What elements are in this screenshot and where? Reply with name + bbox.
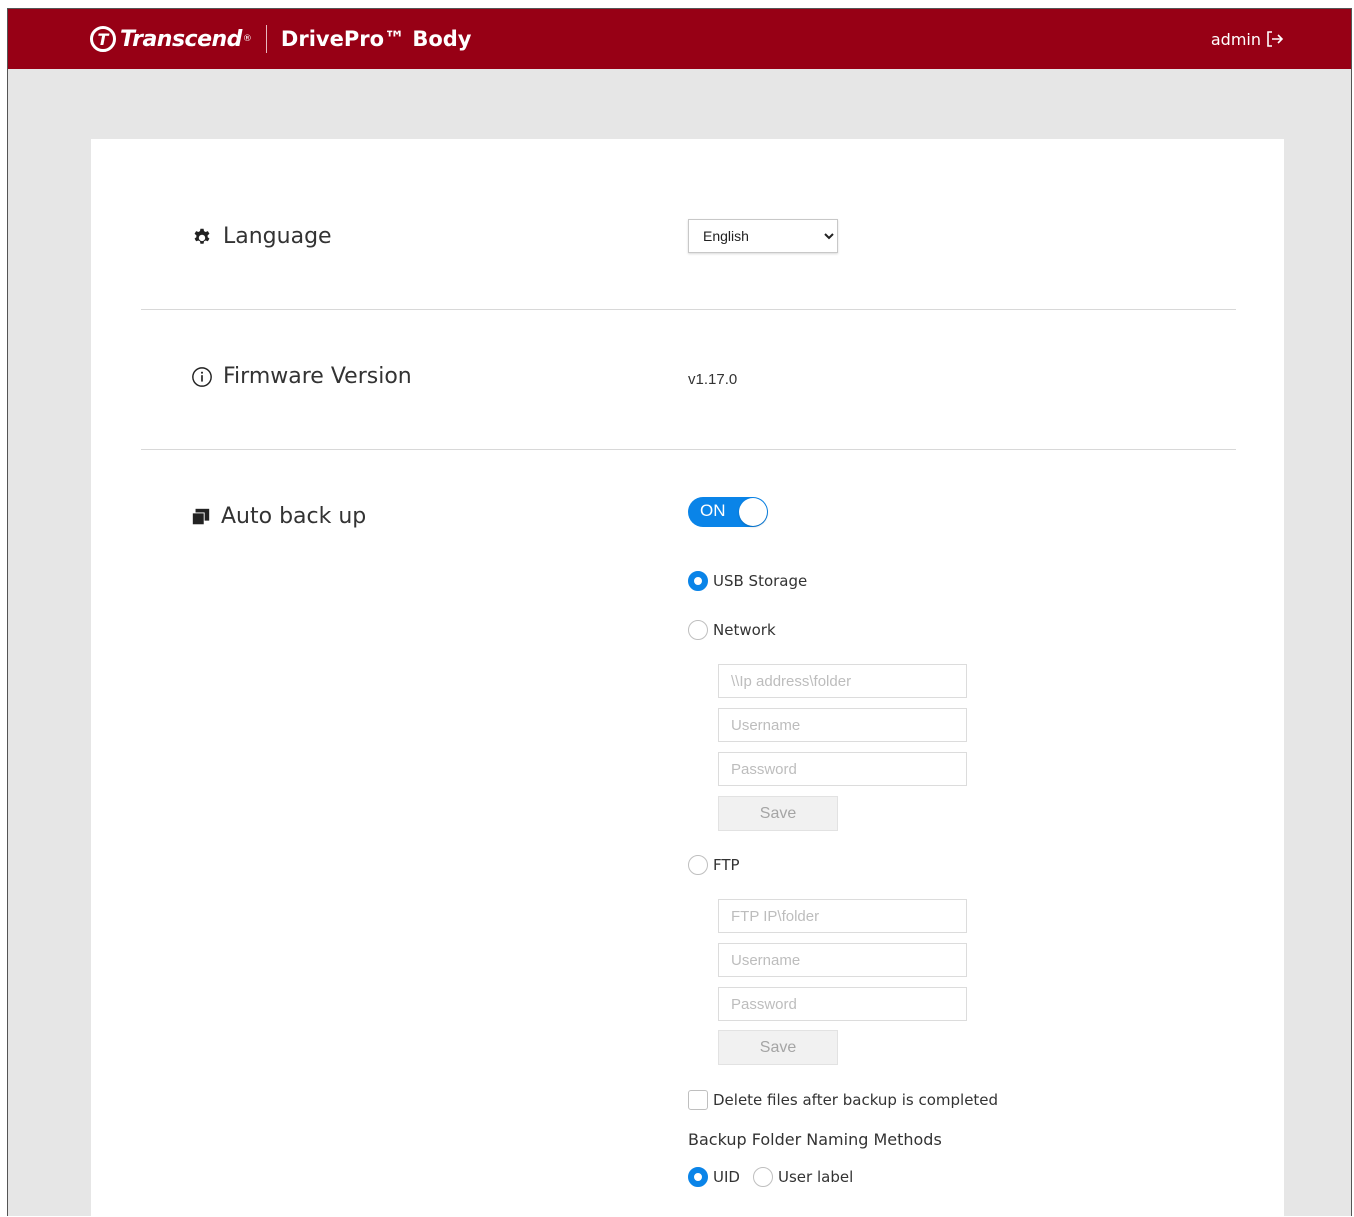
brand-mark-icon: T — [90, 26, 116, 52]
toggle-state-label: ON — [700, 501, 726, 520]
firmware-label-text: Firmware Version — [223, 364, 412, 389]
naming-user-label-text: User label — [778, 1168, 854, 1186]
usb-storage-label: USB Storage — [713, 572, 808, 590]
header-separator — [265, 25, 267, 53]
ftp-address-input[interactable] — [718, 899, 967, 933]
top-bar: T Transcend ® DrivePro™ Body admin — [8, 9, 1351, 69]
network-address-input[interactable] — [718, 664, 967, 698]
network-option[interactable]: Network — [688, 620, 776, 640]
gear-icon — [194, 228, 210, 244]
user-name: admin — [1210, 29, 1261, 49]
ftp-radio[interactable] — [688, 855, 708, 875]
language-select[interactable]: English — [688, 219, 838, 253]
user-menu[interactable]: admin — [1211, 29, 1285, 49]
divider — [141, 449, 1236, 450]
app-frame: T Transcend ® DrivePro™ Body admin Langu… — [7, 8, 1352, 1217]
naming-methods-title: Backup Folder Naming Methods — [688, 1130, 942, 1149]
brand-name: Transcend — [120, 26, 242, 52]
network-password-input[interactable] — [718, 752, 967, 786]
firmware-version-value: v1.17.0 — [688, 371, 738, 388]
delete-after-backup-checkbox[interactable] — [688, 1090, 708, 1110]
naming-user-label-radio[interactable] — [753, 1167, 773, 1187]
auto-backup-label-text: Auto back up — [221, 504, 367, 529]
delete-after-backup-label: Delete files after backup is completed — [713, 1091, 999, 1109]
usb-storage-option[interactable]: USB Storage — [688, 571, 807, 591]
network-username-input[interactable] — [718, 708, 967, 742]
network-save-button[interactable]: Save — [718, 796, 838, 831]
naming-uid-radio[interactable] — [688, 1167, 708, 1187]
usb-storage-radio[interactable] — [688, 571, 708, 591]
ftp-save-button[interactable]: Save — [718, 1030, 838, 1065]
firmware-label: Firmware Version — [191, 364, 412, 389]
ftp-label: FTP — [713, 856, 740, 874]
naming-uid-label: UID — [713, 1168, 740, 1186]
settings-panel: Language English Firmware Version v1.17.… — [91, 139, 1284, 1217]
ftp-option[interactable]: FTP — [688, 855, 740, 875]
registered-mark: ® — [242, 34, 252, 44]
ftp-username-input[interactable] — [718, 943, 967, 977]
ftp-password-input[interactable] — [718, 987, 967, 1021]
divider — [141, 309, 1236, 310]
network-radio[interactable] — [688, 620, 708, 640]
language-label-text: Language — [223, 224, 332, 249]
naming-uid-option[interactable]: UID — [688, 1167, 740, 1187]
copy-icon — [191, 508, 210, 525]
toggle-knob — [739, 498, 767, 526]
logout-icon[interactable] — [1265, 29, 1285, 49]
info-icon — [192, 366, 212, 387]
brand-logo: T Transcend ® DrivePro™ Body — [90, 23, 471, 55]
language-label: Language — [191, 224, 332, 249]
delete-after-backup-option[interactable]: Delete files after backup is completed — [688, 1090, 998, 1110]
naming-user-label-option[interactable]: User label — [753, 1167, 853, 1187]
network-label: Network — [713, 621, 776, 639]
product-name: DrivePro™ Body — [280, 27, 472, 51]
auto-backup-toggle[interactable]: ON — [688, 497, 768, 527]
auto-backup-label: Auto back up — [191, 504, 366, 529]
